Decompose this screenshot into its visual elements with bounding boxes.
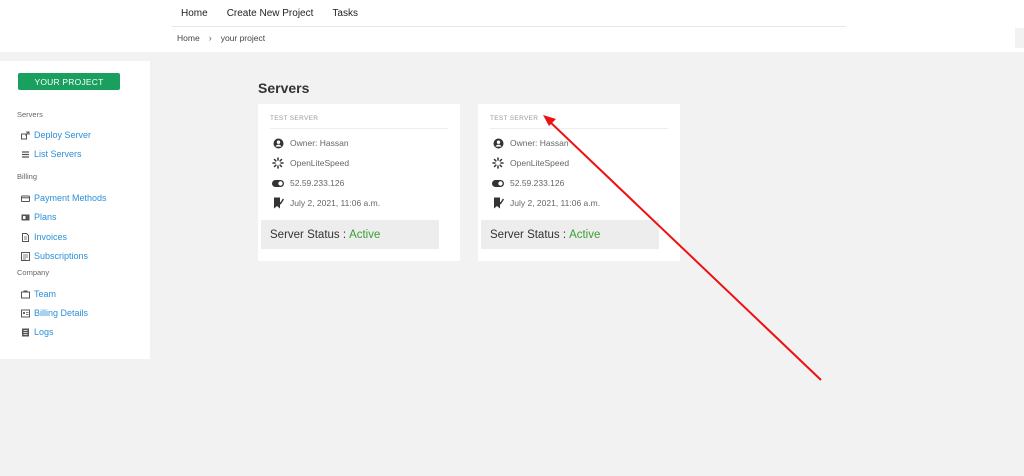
page-title: Servers — [258, 80, 310, 96]
deploy-icon — [21, 131, 30, 140]
spinner-icon — [492, 157, 504, 169]
sidebar-section-company: Company — [17, 268, 50, 277]
server-stack-row: OpenLiteSpeed — [492, 157, 569, 169]
sidebar: YOUR PROJECT Servers Deploy Server List … — [0, 61, 150, 359]
server-owner: Owner: Hassan — [290, 138, 349, 148]
server-date: July 2, 2021, 11:06 a.m. — [510, 198, 601, 208]
server-ip-row: 52.59.233.126 — [492, 177, 564, 189]
sidebar-item-label: Team — [34, 289, 57, 299]
user-circle-icon — [272, 137, 284, 149]
server-date-row: July 2, 2021, 11:06 a.m. — [272, 197, 380, 209]
sidebar-item-label: Payment Methods — [34, 193, 107, 203]
billing-details-icon — [21, 309, 30, 318]
nav-home[interactable]: Home — [181, 8, 208, 19]
nav-tasks[interactable]: Tasks — [332, 8, 358, 19]
credit-card-icon — [21, 194, 30, 203]
sidebar-item-label: Logs — [34, 327, 54, 337]
subscriptions-icon — [21, 251, 30, 261]
breadcrumb-home[interactable]: Home — [177, 33, 200, 43]
top-bar: Home Create New Project Tasks Home › you… — [0, 0, 1024, 52]
server-status-value: Active — [569, 228, 601, 241]
server-owner-row: Owner: Hassan — [272, 137, 349, 149]
spinner-icon — [272, 157, 284, 169]
user-circle-icon — [492, 137, 504, 149]
sidebar-section-billing: Billing — [17, 172, 38, 181]
sidebar-item-deploy-server[interactable]: Deploy Server — [21, 130, 91, 140]
sidebar-item-list-servers[interactable]: List Servers — [21, 149, 82, 159]
top-navigation: Home Create New Project Tasks — [172, 0, 846, 27]
breadcrumb: Home › your project — [177, 33, 265, 43]
nav-create-new-project[interactable]: Create New Project — [227, 8, 314, 19]
server-name: TEST SERVER — [490, 115, 668, 129]
sidebar-item-invoices[interactable]: Invoices — [21, 232, 67, 242]
server-status-label: Server Status : — [490, 228, 567, 241]
server-owner-row: Owner: Hassan — [492, 137, 569, 149]
toggle-icon — [272, 177, 284, 189]
sidebar-item-team[interactable]: Team — [21, 289, 56, 299]
server-stack: OpenLiteSpeed — [290, 158, 350, 168]
sidebar-item-label: Billing Details — [34, 308, 89, 318]
sidebar-item-billing-details[interactable]: Billing Details — [21, 308, 88, 318]
breadcrumb-current: your project — [220, 33, 266, 43]
server-status: Server Status : Active — [261, 220, 439, 249]
chevron-right-icon: › — [208, 33, 212, 43]
team-icon — [21, 290, 30, 299]
sidebar-item-label: Subscriptions — [34, 251, 89, 261]
server-status-label: Server Status : — [270, 228, 347, 241]
your-project-button[interactable]: YOUR PROJECT — [18, 73, 120, 90]
sidebar-item-label: Deploy Server — [34, 130, 92, 140]
sidebar-section-servers: Servers — [17, 110, 43, 119]
logs-icon — [21, 328, 30, 337]
server-card[interactable]: TEST SERVER Owner: Hassan OpenLiteSpeed … — [258, 104, 460, 261]
bookmark-check-icon — [492, 197, 504, 209]
server-card[interactable]: TEST SERVER Owner: Hassan OpenLiteSpeed … — [478, 104, 680, 261]
plans-icon — [21, 213, 30, 222]
server-name: TEST SERVER — [270, 115, 448, 129]
server-status-value: Active — [349, 228, 381, 241]
sidebar-item-label: List Servers — [34, 149, 82, 159]
sidebar-item-logs[interactable]: Logs — [21, 327, 54, 337]
server-owner: Owner: Hassan — [510, 138, 569, 148]
scrollbar-stub[interactable] — [1015, 28, 1024, 48]
server-stack: OpenLiteSpeed — [510, 158, 570, 168]
server-ip: 52.59.233.126 — [510, 178, 565, 188]
sidebar-item-subscriptions[interactable]: Subscriptions — [21, 251, 88, 261]
sidebar-item-label: Invoices — [34, 232, 68, 242]
server-ip: 52.59.233.126 — [290, 178, 345, 188]
server-stack-row: OpenLiteSpeed — [272, 157, 349, 169]
sidebar-item-payment-methods[interactable]: Payment Methods — [21, 193, 107, 203]
list-icon — [21, 150, 30, 159]
sidebar-item-label: Plans — [34, 212, 57, 222]
server-status: Server Status : Active — [481, 220, 659, 249]
server-ip-row: 52.59.233.126 — [272, 177, 344, 189]
invoice-icon — [21, 232, 30, 242]
server-date-row: July 2, 2021, 11:06 a.m. — [492, 197, 600, 209]
server-date: July 2, 2021, 11:06 a.m. — [290, 198, 381, 208]
toggle-icon — [492, 177, 504, 189]
sidebar-item-plans[interactable]: Plans — [21, 212, 57, 222]
bookmark-check-icon — [272, 197, 284, 209]
